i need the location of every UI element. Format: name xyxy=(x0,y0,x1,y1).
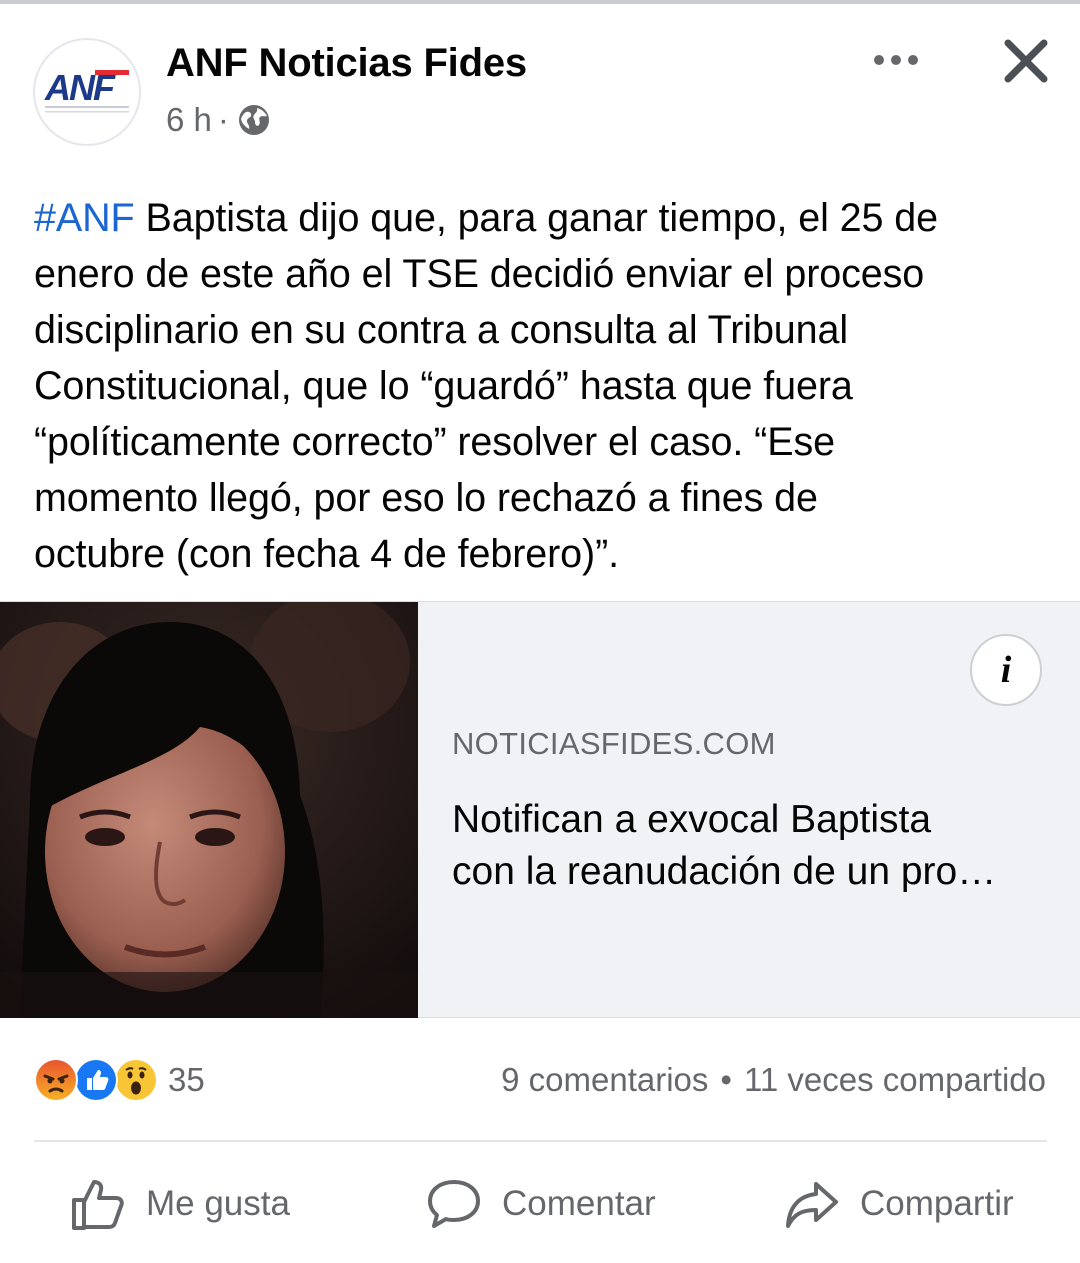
page-avatar[interactable]: ANF xyxy=(33,38,141,146)
more-dots-icon xyxy=(874,55,918,65)
angry-reaction-icon xyxy=(34,1058,78,1102)
reaction-count: 35 xyxy=(168,1061,205,1098)
shares-count[interactable]: 11 veces compartido xyxy=(744,1061,1046,1099)
share-button[interactable]: Compartir xyxy=(784,1172,1014,1236)
post-line-5: “políticamente correcto” resolver el cas… xyxy=(34,420,835,464)
reactions-summary[interactable]: 35 xyxy=(34,1058,205,1102)
globe-icon xyxy=(238,105,269,135)
hashtag-link[interactable]: #ANF xyxy=(34,196,135,240)
close-button[interactable] xyxy=(998,33,1054,89)
post-line-4: Constitucional, que lo “guardó” hasta qu… xyxy=(34,364,853,408)
link-title-line-2: con la reanudación de un pro… xyxy=(452,850,997,893)
like-icon xyxy=(72,1180,124,1230)
more-options-button[interactable] xyxy=(866,38,926,82)
like-reaction-icon xyxy=(74,1058,118,1102)
link-domain: NOTICIASFIDES.COM xyxy=(452,726,776,761)
link-title[interactable]: Notifican a exvocal Baptista con la rean… xyxy=(452,794,1052,898)
like-label: Me gusta xyxy=(146,1184,290,1223)
link-title-line-1: Notifican a exvocal Baptista xyxy=(452,798,932,841)
action-divider xyxy=(34,1140,1047,1142)
anf-logo: ANF xyxy=(44,67,129,113)
post-body: #ANF Baptista dijo que, para ganar tiemp… xyxy=(34,190,1054,582)
comments-count[interactable]: 9 comentarios xyxy=(501,1061,708,1099)
share-label: Compartir xyxy=(860,1184,1014,1223)
page-name[interactable]: ANF Noticias Fides xyxy=(166,40,527,86)
top-divider xyxy=(0,0,1080,4)
link-preview-image[interactable] xyxy=(0,602,418,1018)
share-icon xyxy=(786,1182,838,1228)
post-line-3: disciplinario en su contra a consulta al… xyxy=(34,308,849,352)
engagement-summary: 9 comentarios • 11 veces compartido xyxy=(501,1058,1046,1102)
comment-button[interactable]: Comentar xyxy=(426,1172,656,1236)
comment-icon xyxy=(428,1180,480,1228)
post-line-7: octubre (con fecha 4 de febrero)”. xyxy=(34,532,620,576)
post-line-1: #ANF Baptista dijo que, para ganar tiemp… xyxy=(34,190,1054,246)
post-line-1-text: Baptista dijo que, para ganar tiempo, el… xyxy=(134,196,938,240)
comment-label: Comentar xyxy=(502,1184,656,1223)
post-line-2: enero de este año el TSE decidió enviar … xyxy=(34,252,925,296)
engagement-separator: • xyxy=(720,1061,732,1098)
like-button[interactable]: Me gusta xyxy=(70,1172,290,1236)
post-line-6: momento llegó, por eso lo rechazó a fine… xyxy=(34,476,818,520)
meta-separator: · xyxy=(217,101,229,138)
portrait-photo xyxy=(0,602,418,1018)
post-time[interactable]: 6 h xyxy=(166,101,212,139)
post-meta: 6 h · xyxy=(166,100,271,140)
info-button[interactable]: i xyxy=(970,634,1042,706)
close-icon xyxy=(1004,39,1048,83)
wow-reaction-icon xyxy=(114,1058,158,1102)
